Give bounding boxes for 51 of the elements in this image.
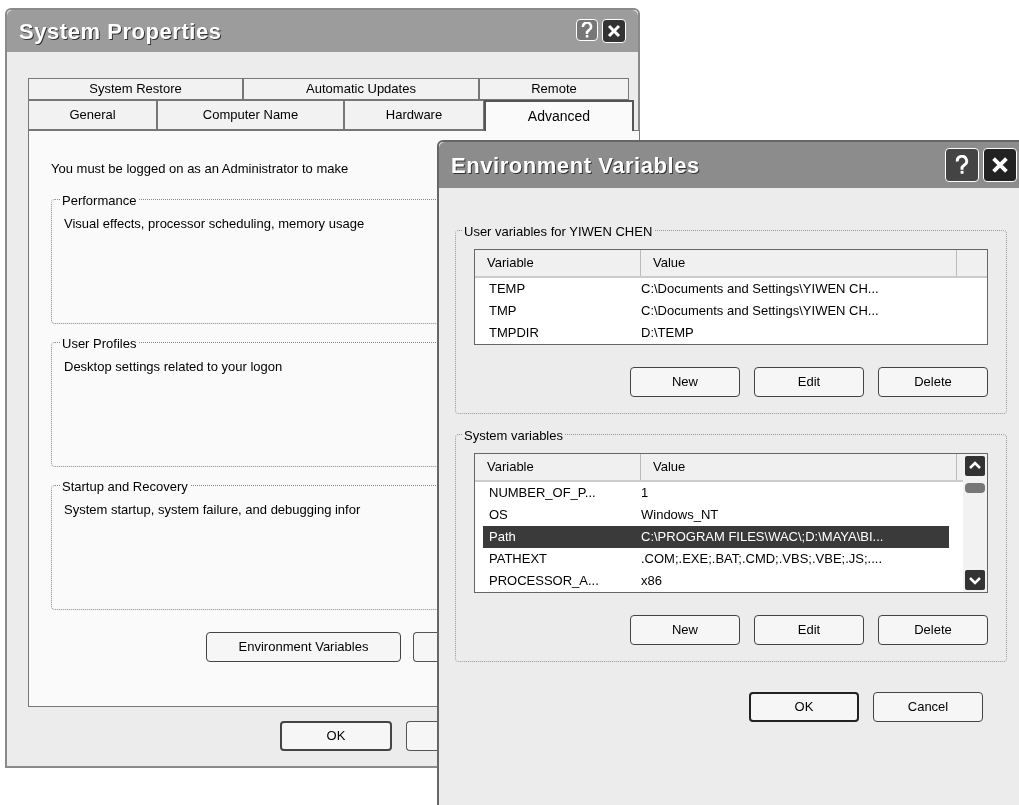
dialog-button[interactable]: OK bbox=[749, 692, 859, 722]
dialog-button[interactable]: Edit bbox=[754, 615, 864, 645]
group-description: Desktop settings related to your logon bbox=[64, 357, 283, 376]
window-title: Environment Variables bbox=[451, 151, 700, 180]
variable-value: C:\Documents and Settings\YIWEN CH... bbox=[641, 280, 879, 299]
variable-value: C:\Documents and Settings\YIWEN CH... bbox=[641, 302, 879, 321]
variable-name: TEMP bbox=[488, 280, 527, 299]
tab[interactable]: Remote bbox=[479, 78, 629, 100]
environment-variables-button[interactable]: Environment Variables bbox=[206, 631, 401, 662]
list-row[interactable]: PATHEXT .COM;.EXE;.BAT;.CMD;.VBS;.VBE;.JS;.... bbox=[483, 548, 949, 570]
list-row[interactable]: TEMP C:\Documents and Settings\YIWEN CH... bbox=[483, 278, 977, 300]
list-row[interactable]: OS Windows_NT bbox=[483, 504, 949, 526]
column-header[interactable]: Value bbox=[641, 454, 957, 480]
variable-name: PROCESSOR_A... bbox=[488, 572, 600, 591]
variable-value: Windows_NT bbox=[641, 506, 719, 525]
variable-value: D:\TEMP bbox=[641, 324, 694, 343]
variable-value: x86 bbox=[641, 572, 662, 591]
list-row[interactable]: Path C:\PROGRAM FILES\WAC\;D:\MAYA\BI... bbox=[483, 526, 949, 548]
tab[interactable]: General bbox=[28, 100, 157, 130]
dialog-button[interactable]: Edit bbox=[754, 367, 864, 397]
window-title: System Properties bbox=[19, 17, 222, 46]
variable-name: TMPDIR bbox=[488, 324, 540, 343]
dialog-button[interactable]: Delete bbox=[878, 615, 988, 645]
notice-text: You must be logged on as an Administrator to make bbox=[51, 160, 349, 178]
variable-value: 1 bbox=[641, 484, 649, 503]
group-description: System startup, system failure, and debugging infor bbox=[64, 500, 361, 519]
variable-name: Path bbox=[488, 528, 517, 547]
dialog-button[interactable]: Delete bbox=[878, 367, 988, 397]
dialog-button[interactable]: New bbox=[630, 615, 740, 645]
list-row[interactable]: TMP C:\Documents and Settings\YIWEN CH... bbox=[483, 300, 977, 322]
variable-value: C:\PROGRAM FILES\WAC\;D:\MAYA\BI... bbox=[641, 528, 884, 547]
tab[interactable]: Automatic Updates bbox=[243, 78, 479, 100]
column-header[interactable]: Value bbox=[641, 250, 957, 276]
dialog-button[interactable]: Cancel bbox=[873, 692, 983, 722]
list-row[interactable]: TMPDIR D:\TEMP bbox=[483, 322, 977, 344]
ok-button[interactable]: OK bbox=[280, 721, 392, 751]
variable-name: TMP bbox=[488, 302, 518, 321]
group-description: Visual effects, processor scheduling, memory usage bbox=[64, 214, 365, 233]
tab[interactable]: Computer Name bbox=[157, 100, 344, 130]
variable-value: .COM;.EXE;.BAT;.CMD;.VBS;.VBE;.JS;.... bbox=[641, 550, 883, 569]
tab[interactable]: System Restore bbox=[28, 78, 243, 100]
column-header[interactable]: Variable bbox=[475, 250, 641, 276]
dialog-button[interactable]: New bbox=[630, 367, 740, 397]
variable-name: OS bbox=[488, 506, 509, 525]
variable-name: NUMBER_OF_P... bbox=[488, 484, 597, 503]
list-row[interactable]: NUMBER_OF_P... 1 bbox=[483, 482, 949, 504]
variable-name: PATHEXT bbox=[488, 550, 549, 569]
tab[interactable]: Hardware bbox=[344, 100, 484, 130]
tab[interactable]: Advanced bbox=[484, 100, 634, 131]
list-row[interactable]: PROCESSOR_A... x86 bbox=[483, 570, 949, 592]
column-header[interactable]: Variable bbox=[475, 454, 641, 480]
